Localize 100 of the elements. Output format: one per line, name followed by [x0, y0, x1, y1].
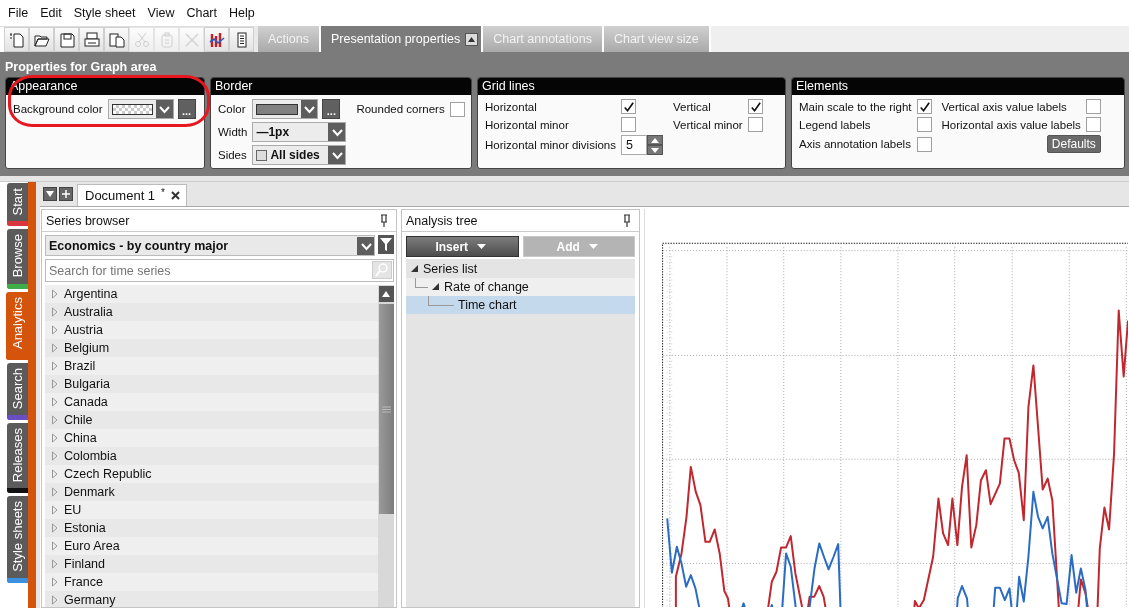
expand-triangle-icon[interactable]: [51, 469, 59, 479]
checkbox[interactable]: [916, 136, 932, 152]
list-item[interactable]: China: [45, 429, 378, 447]
number-field[interactable]: 5: [621, 135, 648, 155]
list-item[interactable]: Canada: [45, 393, 378, 411]
tree-item[interactable]: Rate of change: [406, 278, 635, 296]
pane-title: Analysis tree: [406, 213, 478, 228]
close-icon[interactable]: [171, 191, 180, 200]
expand-triangle-icon[interactable]: [51, 361, 59, 371]
expand-triangle-icon[interactable]: [51, 289, 59, 299]
field-label: Legend labels: [799, 118, 872, 131]
menu-item[interactable]: Style sheet: [67, 6, 142, 20]
plus-icon[interactable]: [62, 190, 70, 198]
side-tab[interactable]: Releases: [7, 423, 28, 494]
up-arrow-icon[interactable]: [382, 291, 390, 297]
menu-item[interactable]: File: [2, 6, 35, 20]
expand-triangle-icon[interactable]: [51, 307, 59, 317]
list-item[interactable]: Czech Republic: [45, 465, 378, 483]
side-tab[interactable]: Style sheets: [7, 496, 28, 584]
checkbox[interactable]: [449, 101, 465, 117]
toolbar-button[interactable]: [29, 27, 54, 52]
expand-triangle-icon[interactable]: [51, 343, 59, 353]
side-tab[interactable]: Start: [7, 183, 28, 227]
color-picker[interactable]: [252, 99, 319, 119]
color-picker[interactable]: [107, 99, 174, 119]
insert-button[interactable]: Insert: [406, 236, 519, 257]
expand-triangle-icon[interactable]: [51, 379, 59, 389]
collapse-triangle-icon[interactable]: [411, 265, 419, 273]
pin-icon[interactable]: [621, 213, 633, 228]
panel-title: Properties for Graph area: [5, 60, 158, 76]
expand-triangle-icon[interactable]: [51, 595, 59, 605]
expand-triangle-icon[interactable]: [51, 433, 59, 443]
caret-down-icon[interactable]: [46, 191, 54, 197]
checkbox[interactable]: [916, 117, 932, 132]
field-label: Main scale to the right: [799, 100, 913, 113]
expand-triangle-icon[interactable]: [51, 397, 59, 407]
expand-triangle-icon[interactable]: [51, 523, 59, 533]
dropdown[interactable]: All sides: [252, 145, 347, 165]
pane-title: Series browser: [46, 213, 130, 228]
filter-icon[interactable]: [380, 238, 392, 251]
side-tab[interactable]: Analytics: [6, 291, 28, 360]
menu-item[interactable]: Edit: [34, 6, 68, 20]
ribbon-tab[interactable]: Presentation properties: [321, 26, 484, 52]
search-icon[interactable]: [372, 261, 392, 279]
toolbar-button[interactable]: [79, 27, 104, 52]
group-title: Elements: [792, 78, 1124, 95]
document-tab[interactable]: Document 1 $^{*}$: [77, 184, 187, 206]
scrollbar[interactable]: [378, 285, 394, 607]
checkbox[interactable]: [621, 99, 637, 114]
list-item[interactable]: Brazil: [45, 357, 378, 375]
expand-triangle-icon[interactable]: [51, 451, 59, 461]
printer-icon: [83, 31, 100, 48]
toolbar-button[interactable]: [104, 27, 129, 52]
side-tab[interactable]: Browse: [7, 229, 28, 289]
pin-icon[interactable]: [378, 213, 390, 228]
defaults-button[interactable]: Defaults: [1046, 135, 1101, 153]
up-triangle-icon: [467, 34, 477, 44]
delete-icon: [183, 31, 200, 48]
expand-triangle-icon[interactable]: [51, 487, 59, 497]
menu-item[interactable]: Chart: [180, 6, 223, 20]
source-dropdown[interactable]: Economics - by country major: [45, 235, 375, 256]
checkbox[interactable]: [747, 99, 763, 114]
field-label: Horizontal axis value labels: [940, 118, 1082, 131]
list-item[interactable]: Austria: [45, 321, 378, 339]
tree-item[interactable]: Time chart: [406, 296, 635, 314]
field-label: Width: [218, 126, 249, 138]
up-arrow-icon[interactable]: [651, 137, 660, 143]
toolbar-button[interactable]: [54, 27, 79, 52]
dropdown[interactable]: —1px: [252, 122, 347, 142]
checkbox[interactable]: [1085, 99, 1101, 114]
scrollbar-thumb[interactable]: [378, 304, 394, 514]
menu-item[interactable]: View: [141, 6, 181, 20]
expand-triangle-icon[interactable]: [51, 415, 59, 425]
tree-item[interactable]: Series list: [406, 260, 635, 278]
expand-triangle-icon[interactable]: [51, 505, 59, 515]
new-document-icon: [8, 31, 25, 48]
expand-triangle-icon[interactable]: [51, 559, 59, 569]
down-arrow-icon[interactable]: [651, 147, 660, 153]
field-label: Sides: [218, 149, 248, 161]
list-item[interactable]: France: [45, 573, 378, 591]
toolbar-button[interactable]: [204, 27, 229, 52]
expand-triangle-icon[interactable]: [51, 325, 59, 335]
checkbox[interactable]: [1085, 117, 1101, 132]
more-button[interactable]: ...: [177, 99, 196, 119]
copy-icon: [108, 31, 125, 48]
more-button[interactable]: ...: [322, 99, 341, 119]
search-field[interactable]: Search for time series: [45, 259, 394, 282]
checkbox[interactable]: [621, 117, 637, 132]
expand-triangle-icon[interactable]: [51, 541, 59, 551]
field-label: Vertical axis value labels: [940, 100, 1068, 113]
expand-triangle-icon[interactable]: [51, 577, 59, 587]
menu-item[interactable]: Help: [223, 6, 261, 20]
list-item[interactable]: Argentina: [45, 285, 378, 303]
collapse-button[interactable]: [465, 32, 479, 46]
list-item[interactable]: EU: [45, 501, 378, 519]
checkbox[interactable]: [916, 99, 932, 114]
collapse-triangle-icon[interactable]: [432, 283, 440, 291]
list-item[interactable]: Euro Area: [45, 537, 378, 555]
side-tab[interactable]: Search: [7, 362, 28, 421]
checkbox[interactable]: [747, 117, 763, 132]
